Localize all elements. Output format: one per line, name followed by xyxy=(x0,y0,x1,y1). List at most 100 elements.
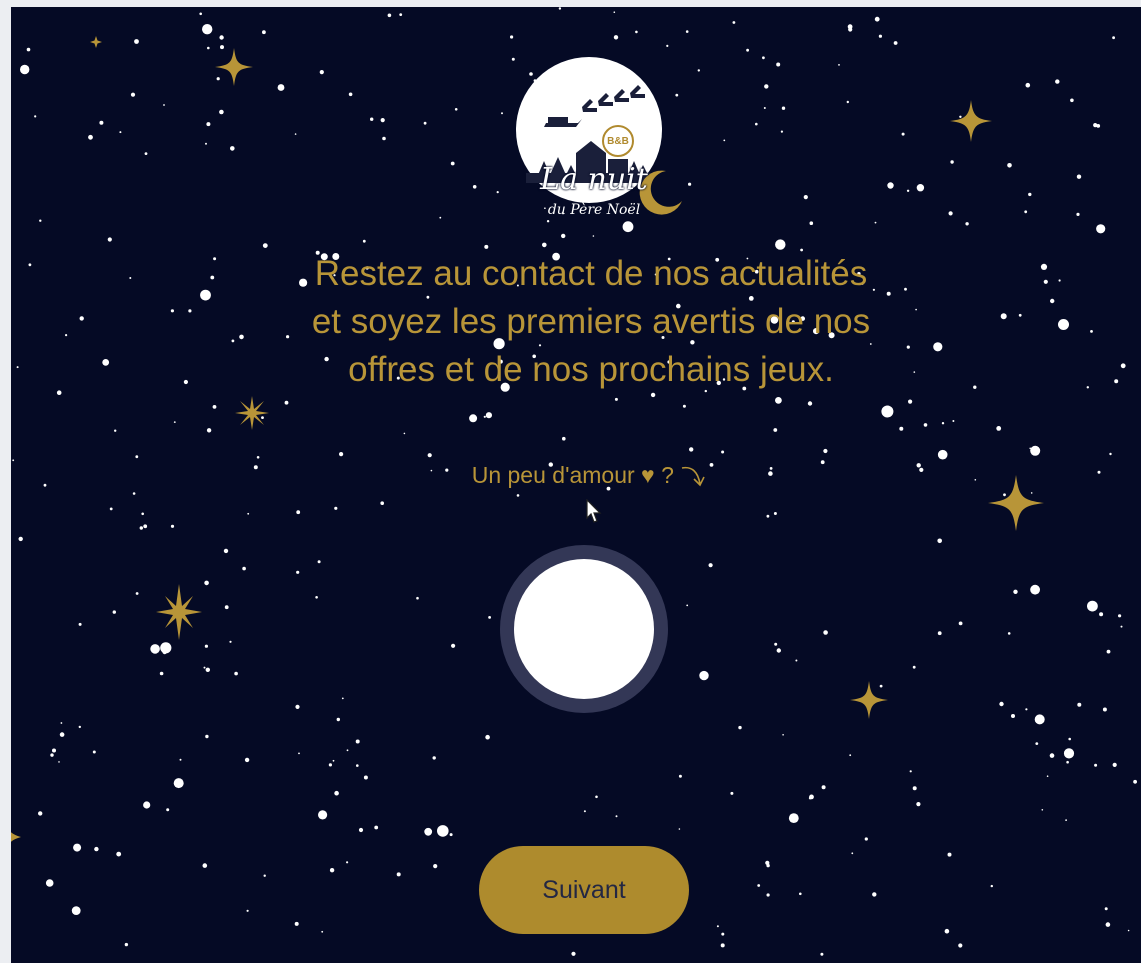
snow-dot xyxy=(583,810,586,813)
snow-dot xyxy=(356,764,359,767)
snow-dot xyxy=(242,566,246,571)
snow-dot xyxy=(202,863,208,868)
snow-dot xyxy=(755,122,758,126)
snow-dot xyxy=(571,951,576,956)
snow-dot xyxy=(821,785,826,790)
snow-dot xyxy=(923,423,928,427)
snow-dot xyxy=(472,185,477,189)
snow-dot xyxy=(79,316,84,321)
snow-dot xyxy=(135,592,139,595)
snow-dot xyxy=(71,906,81,915)
snow-dot xyxy=(941,422,945,425)
snow-dot xyxy=(1112,762,1117,768)
page-background: B&B La nuit du Père Noël Restez au conta… xyxy=(11,7,1141,963)
moon-heart-button[interactable] xyxy=(500,545,668,713)
snow-dot xyxy=(1096,224,1106,234)
snow-dot xyxy=(1050,298,1055,304)
snow-dot xyxy=(908,399,913,404)
snow-dot xyxy=(944,928,950,934)
snow-dot xyxy=(329,868,335,873)
snow-dot xyxy=(688,182,692,186)
snow-dot xyxy=(229,640,232,643)
sparkle-star-icon xyxy=(215,48,253,86)
moon-heart-button-face[interactable] xyxy=(514,559,654,699)
snow-dot xyxy=(206,428,212,433)
snow-dot xyxy=(1076,212,1080,216)
snow-dot xyxy=(933,342,943,352)
snow-dot xyxy=(846,100,849,104)
snow-dot xyxy=(1133,779,1137,784)
snow-dot xyxy=(893,41,898,45)
snow-dot xyxy=(809,794,814,800)
snow-dot xyxy=(1040,263,1048,270)
snow-dot xyxy=(849,754,852,757)
snow-dot xyxy=(1063,748,1075,759)
snow-dot xyxy=(1000,313,1007,320)
snow-dot xyxy=(328,763,332,767)
snow-dot xyxy=(496,191,499,194)
snow-dot xyxy=(45,879,54,887)
brand-badge: B&B xyxy=(602,125,634,157)
snow-dot xyxy=(294,133,297,135)
snow-dot xyxy=(205,667,210,672)
snow-dot xyxy=(437,825,449,837)
next-button[interactable]: Suivant xyxy=(479,846,689,934)
snow-dot xyxy=(449,833,453,837)
snow-dot xyxy=(485,412,492,419)
cursor-icon xyxy=(586,499,602,523)
snow-dot xyxy=(50,753,54,757)
snow-dot xyxy=(1030,584,1040,595)
snow-dot xyxy=(484,244,489,249)
snow-dot xyxy=(1076,174,1082,179)
snow-dot xyxy=(380,118,385,123)
snow-dot xyxy=(678,828,681,830)
snow-dot xyxy=(159,671,164,676)
snow-dot xyxy=(295,704,300,710)
snow-dot xyxy=(1034,714,1045,725)
snow-dot xyxy=(60,722,63,724)
snow-dot xyxy=(321,930,324,933)
snow-dot xyxy=(872,288,876,291)
snow-dot xyxy=(973,385,977,389)
snow-dot xyxy=(1035,742,1039,745)
snow-dot xyxy=(119,131,122,134)
snow-dot xyxy=(202,24,213,35)
snow-dot xyxy=(432,756,436,760)
snow-dot xyxy=(224,605,229,610)
snow-dot xyxy=(912,786,917,791)
snow-dot xyxy=(635,30,638,34)
snow-dot xyxy=(109,507,113,511)
snow-dot xyxy=(348,92,353,97)
snow-dot xyxy=(339,452,344,457)
snow-dot xyxy=(1120,625,1123,628)
snow-dot xyxy=(387,13,392,18)
snow-dot xyxy=(207,46,210,50)
snow-dot xyxy=(723,139,726,142)
snow-dot xyxy=(246,909,249,912)
snow-dot xyxy=(716,925,719,928)
snow-dot xyxy=(141,512,144,516)
snow-dot xyxy=(809,221,814,225)
snow-dot xyxy=(38,811,43,816)
sparkle-star-icon xyxy=(235,396,269,430)
snow-dot xyxy=(1029,447,1031,450)
snow-dot xyxy=(1118,614,1122,618)
snow-dot xyxy=(116,851,122,857)
snow-dot xyxy=(823,448,828,454)
snow-dot xyxy=(685,30,689,33)
snow-dot xyxy=(173,778,184,789)
snow-dot xyxy=(1058,319,1069,330)
snow-dot xyxy=(135,455,139,459)
snow-dot xyxy=(144,152,148,156)
snow-dot xyxy=(1087,600,1098,612)
snow-dot xyxy=(906,345,910,349)
snow-dot xyxy=(781,106,786,110)
snow-dot xyxy=(112,610,117,614)
snow-dot xyxy=(1049,753,1055,758)
snow-dot xyxy=(355,739,360,744)
snow-dot xyxy=(134,39,139,44)
snow-dot xyxy=(1106,649,1111,654)
snow-dot xyxy=(144,524,147,528)
snow-dot xyxy=(204,580,209,586)
snow-dot xyxy=(1114,379,1119,384)
